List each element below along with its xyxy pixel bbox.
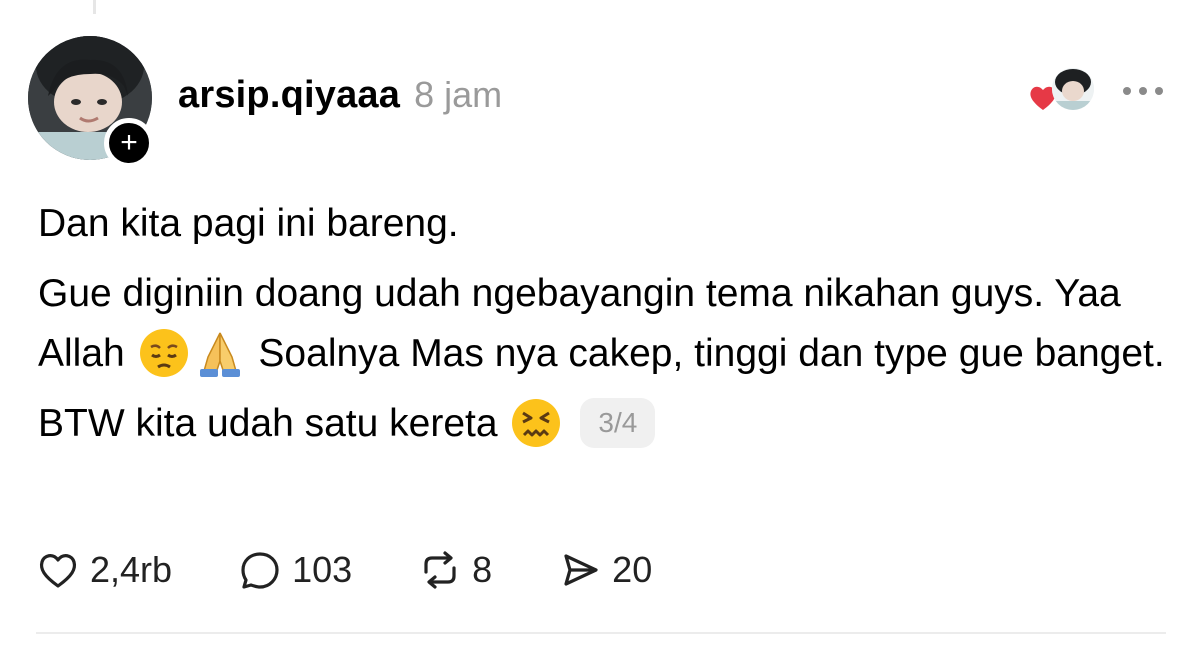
liker-avatar[interactable] <box>1052 68 1094 110</box>
more-icon[interactable] <box>1120 84 1166 98</box>
pensive-face-icon <box>139 329 188 377</box>
post-text-paragraph-3: BTW kita udah satu kereta 3/4 <box>38 394 1168 454</box>
repost-count: 8 <box>472 549 493 590</box>
repost-icon <box>424 551 456 589</box>
divider <box>36 632 1166 634</box>
send-icon <box>564 554 598 586</box>
action-bar: 2,4rb 103 8 20 <box>36 548 652 592</box>
repost-button[interactable]: 8 <box>418 548 492 592</box>
reply-count: 103 <box>292 549 353 590</box>
page-indicator-badge: 3/4 <box>580 398 656 448</box>
confounded-face-icon <box>512 399 561 447</box>
heart-outline-icon <box>39 554 77 588</box>
thread-line <box>93 0 96 14</box>
plus-icon: + <box>120 126 138 159</box>
liker-avatar-image <box>1052 68 1094 110</box>
reply-button[interactable]: 103 <box>238 548 352 592</box>
like-count: 2,4rb <box>90 549 173 590</box>
share-count: 20 <box>612 549 653 590</box>
post-text-paragraph-2: Gue diginiin doang udah ngebayangin tema… <box>38 264 1168 384</box>
share-button[interactable]: 20 <box>558 548 652 592</box>
timestamp: 8 jam <box>414 74 503 115</box>
comment-icon <box>241 552 279 589</box>
like-button[interactable]: 2,4rb <box>36 548 172 592</box>
post-text-2b: Soalnya Mas nya cakep, tinggi dan type g… <box>258 332 1165 375</box>
post-text-line-1: Dan kita pagi ini bareng. <box>38 202 459 245</box>
follow-button[interactable]: + <box>104 118 154 168</box>
post-header: arsip.qiyaaa 8 jam <box>178 74 502 117</box>
post-text-3: BTW kita udah satu kereta <box>38 402 498 445</box>
username[interactable]: arsip.qiyaaa <box>178 74 400 117</box>
post-body: Dan kita pagi ini bareng. Gue diginiin d… <box>38 194 1168 454</box>
folded-hands-icon <box>199 332 240 377</box>
